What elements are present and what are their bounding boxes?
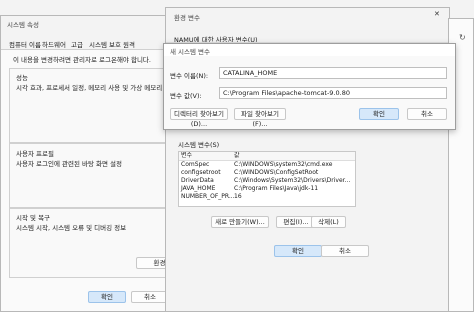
newvar-ok-button[interactable]: 확인 (359, 108, 399, 120)
browse-directory-button[interactable]: 디렉터리 찾아보기(D)... (170, 108, 228, 128)
variable-value-label: 변수 값(V): (170, 92, 202, 100)
table-row[interactable]: DriverData C:\Windows\System32\Drivers\D… (179, 177, 355, 185)
envvars-titlebar: 환경 변수 ✕ (166, 8, 449, 22)
system-properties-title: 시스템 속성 (7, 21, 39, 29)
performance-desc: 시각 효과, 프로세서 일정, 메모리 사용 및 가상 메모리 (16, 84, 163, 92)
edit-variable-button[interactable]: 편집(I)... (276, 216, 316, 228)
variable-name-input[interactable]: CATALINA_HOME (219, 67, 447, 79)
user-profile-group: 사용자 프로필 사용자 로그인에 관련된 바탕 화면 설정 (9, 143, 191, 208)
new-system-variable-dialog: 새 시스템 변수 변수 이름(N): CATALINA_HOME 변수 값(V)… (163, 43, 456, 130)
table-row[interactable]: NUMBER_OF_PR... 16 (179, 193, 355, 201)
system-properties-tabs: 컴퓨터 이름 하드웨어 고급 시스템 보호 원격 (9, 39, 189, 49)
user-profile-desc: 사용자 로그인에 관련된 바탕 화면 설정 (16, 160, 123, 168)
refresh-icon[interactable]: ↻ (459, 33, 466, 42)
tab-hardware[interactable]: 하드웨어 (42, 39, 66, 49)
tab-computer-name[interactable]: 컴퓨터 이름 (9, 39, 41, 49)
system-vars-list[interactable]: 변수 값 ComSpec C:\WINDOWS\system32\cmd.exe… (178, 151, 356, 207)
startup-recovery-desc: 시스템 시작, 시스템 오류 및 디버깅 정보 (16, 224, 127, 232)
advanced-tab-panel: 이 내용을 변경하려면 관리자로 로그온해야 합니다. 성능 시각 효과, 프로… (1, 49, 191, 311)
system-properties-titlebar: 시스템 속성 (1, 16, 189, 30)
tab-remote[interactable]: 원격 (123, 39, 135, 49)
newvar-title: 새 시스템 변수 (170, 48, 211, 56)
system-vars-label: 시스템 변수(S) (178, 141, 220, 149)
variable-name-label: 변수 이름(N): (170, 72, 209, 80)
tab-advanced[interactable]: 고급 (71, 39, 83, 49)
table-row[interactable]: configsetroot C:\WINDOWS\ConfigSetRoot (179, 169, 355, 177)
browse-file-button[interactable]: 파일 찾아보기(F)... (234, 108, 286, 128)
sysprops-cancel-button[interactable]: 취소 (131, 291, 169, 303)
table-row[interactable]: JAVA_HOME C:\Program Files\Java\jdk-11 (179, 185, 355, 193)
close-icon[interactable]: ✕ (434, 10, 440, 18)
new-variable-button[interactable]: 새로 만들기(W)... (211, 216, 269, 228)
table-row[interactable]: ComSpec C:\WINDOWS\system32\cmd.exe (179, 161, 355, 169)
newvar-cancel-button[interactable]: 취소 (407, 108, 447, 120)
list-header: 변수 값 (179, 152, 355, 161)
startup-recovery-title: 시작 및 복구 (16, 214, 51, 222)
envvars-cancel-button[interactable]: 취소 (321, 245, 369, 257)
delete-variable-button[interactable]: 삭제(L) (311, 216, 346, 228)
col-value-header: 값 (234, 152, 240, 159)
newvar-titlebar: 새 시스템 변수 (164, 44, 455, 56)
envvars-ok-button[interactable]: 확인 (274, 245, 322, 257)
envvars-title: 환경 변수 (174, 14, 200, 22)
col-var-header: 변수 (181, 152, 193, 159)
user-profile-title: 사용자 프로필 (16, 150, 54, 158)
variable-value-input[interactable]: C:\Program Files\apache-tomcat-9.0.80 (219, 87, 447, 99)
performance-title: 성능 (16, 74, 28, 82)
sysprops-ok-button[interactable]: 확인 (88, 291, 126, 303)
admin-note: 이 내용을 변경하려면 관리자로 로그온해야 합니다. (13, 56, 151, 64)
tab-system-protection[interactable]: 시스템 보호 (89, 39, 121, 49)
system-properties-window: 시스템 속성 컴퓨터 이름 하드웨어 고급 시스템 보호 원격 이 내용을 변경… (0, 15, 191, 312)
